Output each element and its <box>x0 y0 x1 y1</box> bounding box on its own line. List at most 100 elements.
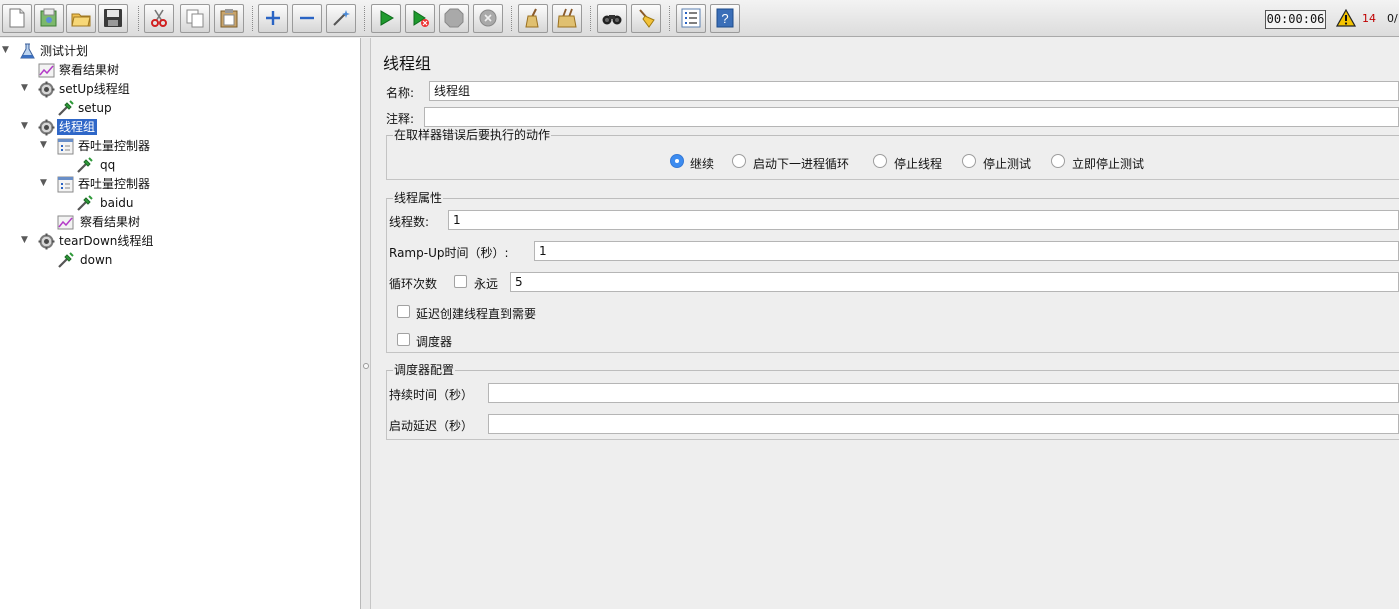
tree-node-thread-group[interactable]: ▼ 线程组 <box>0 118 360 137</box>
delay-thread-creation-checkbox[interactable] <box>397 305 410 318</box>
startup-delay-field[interactable] <box>488 414 1399 434</box>
threads-field[interactable]: 1 <box>448 210 1399 230</box>
tree-expanded-icon[interactable]: ▼ <box>38 139 49 152</box>
delay-thread-creation-label[interactable]: 延迟创建线程直到需要 <box>416 305 536 322</box>
clear-button[interactable] <box>518 4 548 33</box>
toolbar-separator <box>511 6 512 31</box>
shutdown-button[interactable] <box>473 4 503 33</box>
pane-splitter[interactable] <box>361 38 371 609</box>
tree-expanded-icon[interactable]: ▼ <box>19 234 30 247</box>
tree-node-throughput-controller[interactable]: ▼ 吞吐量控制器 <box>0 175 360 194</box>
clear-all-button[interactable] <box>552 4 582 33</box>
reset-search-button[interactable] <box>631 4 661 33</box>
templates-button[interactable] <box>34 4 64 33</box>
help-button[interactable]: ? <box>710 4 740 33</box>
tree-node-label[interactable]: qq <box>98 157 117 173</box>
tree-node-label[interactable]: 测试计划 <box>38 43 90 59</box>
radio-start-next-loop[interactable] <box>732 154 746 168</box>
tree-node-label[interactable]: setUp线程组 <box>57 81 132 97</box>
toggle-wand-icon <box>333 10 350 26</box>
tree-node-sampler-setup[interactable]: setup <box>0 99 360 118</box>
tree-node-label[interactable]: baidu <box>98 195 136 211</box>
active-threads: 0/ <box>1387 12 1398 25</box>
radio-stop-test-label[interactable]: 停止测试 <box>983 155 1031 172</box>
clear-all-broom-icon <box>557 8 577 28</box>
warning-icon[interactable] <box>1336 9 1356 27</box>
start-play-icon <box>380 10 394 26</box>
tree-node-label[interactable]: 吞吐量控制器 <box>76 176 152 192</box>
comment-field[interactable] <box>424 107 1399 127</box>
expand-button[interactable] <box>258 4 288 33</box>
error-action-group: 在取样器错误后要执行的动作 <box>386 128 1399 180</box>
tree-expanded-icon[interactable]: ▼ <box>19 82 30 95</box>
test-plan-tree[interactable]: ▼ 测试计划 察看结果树 ▼ setUp线程组 setup ▼ 线程组 ▼ 吞吐… <box>0 38 361 609</box>
rampup-field[interactable]: 1 <box>534 241 1399 261</box>
start-button[interactable] <box>371 4 401 33</box>
rampup-label: Ramp-Up时间（秒）: <box>389 246 509 260</box>
tree-node-throughput-controller[interactable]: ▼ 吞吐量控制器 <box>0 137 360 156</box>
collapse-button[interactable] <box>292 4 322 33</box>
paste-clipboard-icon <box>220 9 238 28</box>
radio-continue-label[interactable]: 继续 <box>690 155 714 172</box>
tree-node-sampler-qq[interactable]: qq <box>0 156 360 175</box>
tree-node-label[interactable]: tearDown线程组 <box>57 233 155 249</box>
warning-count[interactable]: 14 <box>1362 12 1376 25</box>
copy-button[interactable] <box>180 4 210 33</box>
splitter-grip-icon[interactable] <box>363 363 369 369</box>
threads-label: 线程数: <box>389 215 430 229</box>
save-button[interactable] <box>98 4 128 33</box>
toggle-button[interactable] <box>326 4 356 33</box>
tree-node-label[interactable]: 察看结果树 <box>78 214 142 230</box>
tree-node-label[interactable]: 察看结果树 <box>57 62 121 78</box>
radio-stop-thread-label[interactable]: 停止线程 <box>894 155 942 172</box>
elapsed-time: 00:00:06 <box>1265 10 1326 29</box>
start-no-pause-icon <box>413 10 429 27</box>
forever-checkbox[interactable] <box>454 275 467 288</box>
forever-label[interactable]: 永远 <box>474 275 498 292</box>
start-no-pause-button[interactable] <box>405 4 435 33</box>
toolbar-separator <box>252 6 253 31</box>
paste-button[interactable] <box>214 4 244 33</box>
tree-node-setup-thread-group[interactable]: ▼ setUp线程组 <box>0 80 360 99</box>
tree-node-test-plan[interactable]: ▼ 测试计划 <box>0 42 360 61</box>
tree-node-sampler-down[interactable]: down <box>0 251 360 270</box>
tree-node-results-tree[interactable]: 察看结果树 <box>0 213 360 232</box>
tree-node-label[interactable]: setup <box>76 100 114 116</box>
scheduler-label[interactable]: 调度器 <box>416 333 452 350</box>
tree-expanded-icon[interactable]: ▼ <box>0 44 11 57</box>
loop-count-field[interactable]: 5 <box>510 272 1399 292</box>
sampler-pipette-icon <box>58 100 74 116</box>
stop-icon <box>444 8 464 28</box>
tree-node-label[interactable]: 线程组 <box>57 119 98 135</box>
search-binoculars-icon <box>602 15 622 25</box>
radio-continue[interactable] <box>670 154 684 168</box>
controller-icon <box>57 176 74 193</box>
radio-start-next-loop-label[interactable]: 启动下一进程循环 <box>753 155 849 172</box>
stop-button[interactable] <box>439 4 469 33</box>
thread-group-gear-icon <box>38 233 55 250</box>
scheduler-checkbox[interactable] <box>397 333 410 346</box>
name-field[interactable]: 线程组 <box>429 81 1399 101</box>
tree-node-results-tree[interactable]: 察看结果树 <box>0 61 360 80</box>
toolbar-separator <box>590 6 591 31</box>
tree-expanded-icon[interactable]: ▼ <box>19 120 30 133</box>
radio-stop-test[interactable] <box>962 154 976 168</box>
open-button[interactable] <box>66 4 96 33</box>
new-button[interactable] <box>2 4 32 33</box>
tree-node-teardown-thread-group[interactable]: ▼ tearDown线程组 <box>0 232 360 251</box>
radio-stop-test-now-label[interactable]: 立即停止测试 <box>1072 155 1144 172</box>
open-folder-icon <box>71 13 91 27</box>
duration-field[interactable] <box>488 383 1399 403</box>
sampler-pipette-icon <box>77 195 93 211</box>
tree-expanded-icon[interactable]: ▼ <box>38 177 49 190</box>
tree-node-label[interactable]: down <box>78 252 114 268</box>
cut-button[interactable] <box>144 4 174 33</box>
radio-stop-test-now[interactable] <box>1051 154 1065 168</box>
tree-node-sampler-baidu[interactable]: baidu <box>0 194 360 213</box>
function-helper-list-icon <box>681 8 701 28</box>
search-button[interactable] <box>597 4 627 33</box>
function-helper-button[interactable] <box>676 4 706 33</box>
radio-stop-thread[interactable] <box>873 154 887 168</box>
tree-node-label[interactable]: 吞吐量控制器 <box>76 138 152 154</box>
startup-delay-label: 启动延迟（秒） <box>389 419 474 433</box>
